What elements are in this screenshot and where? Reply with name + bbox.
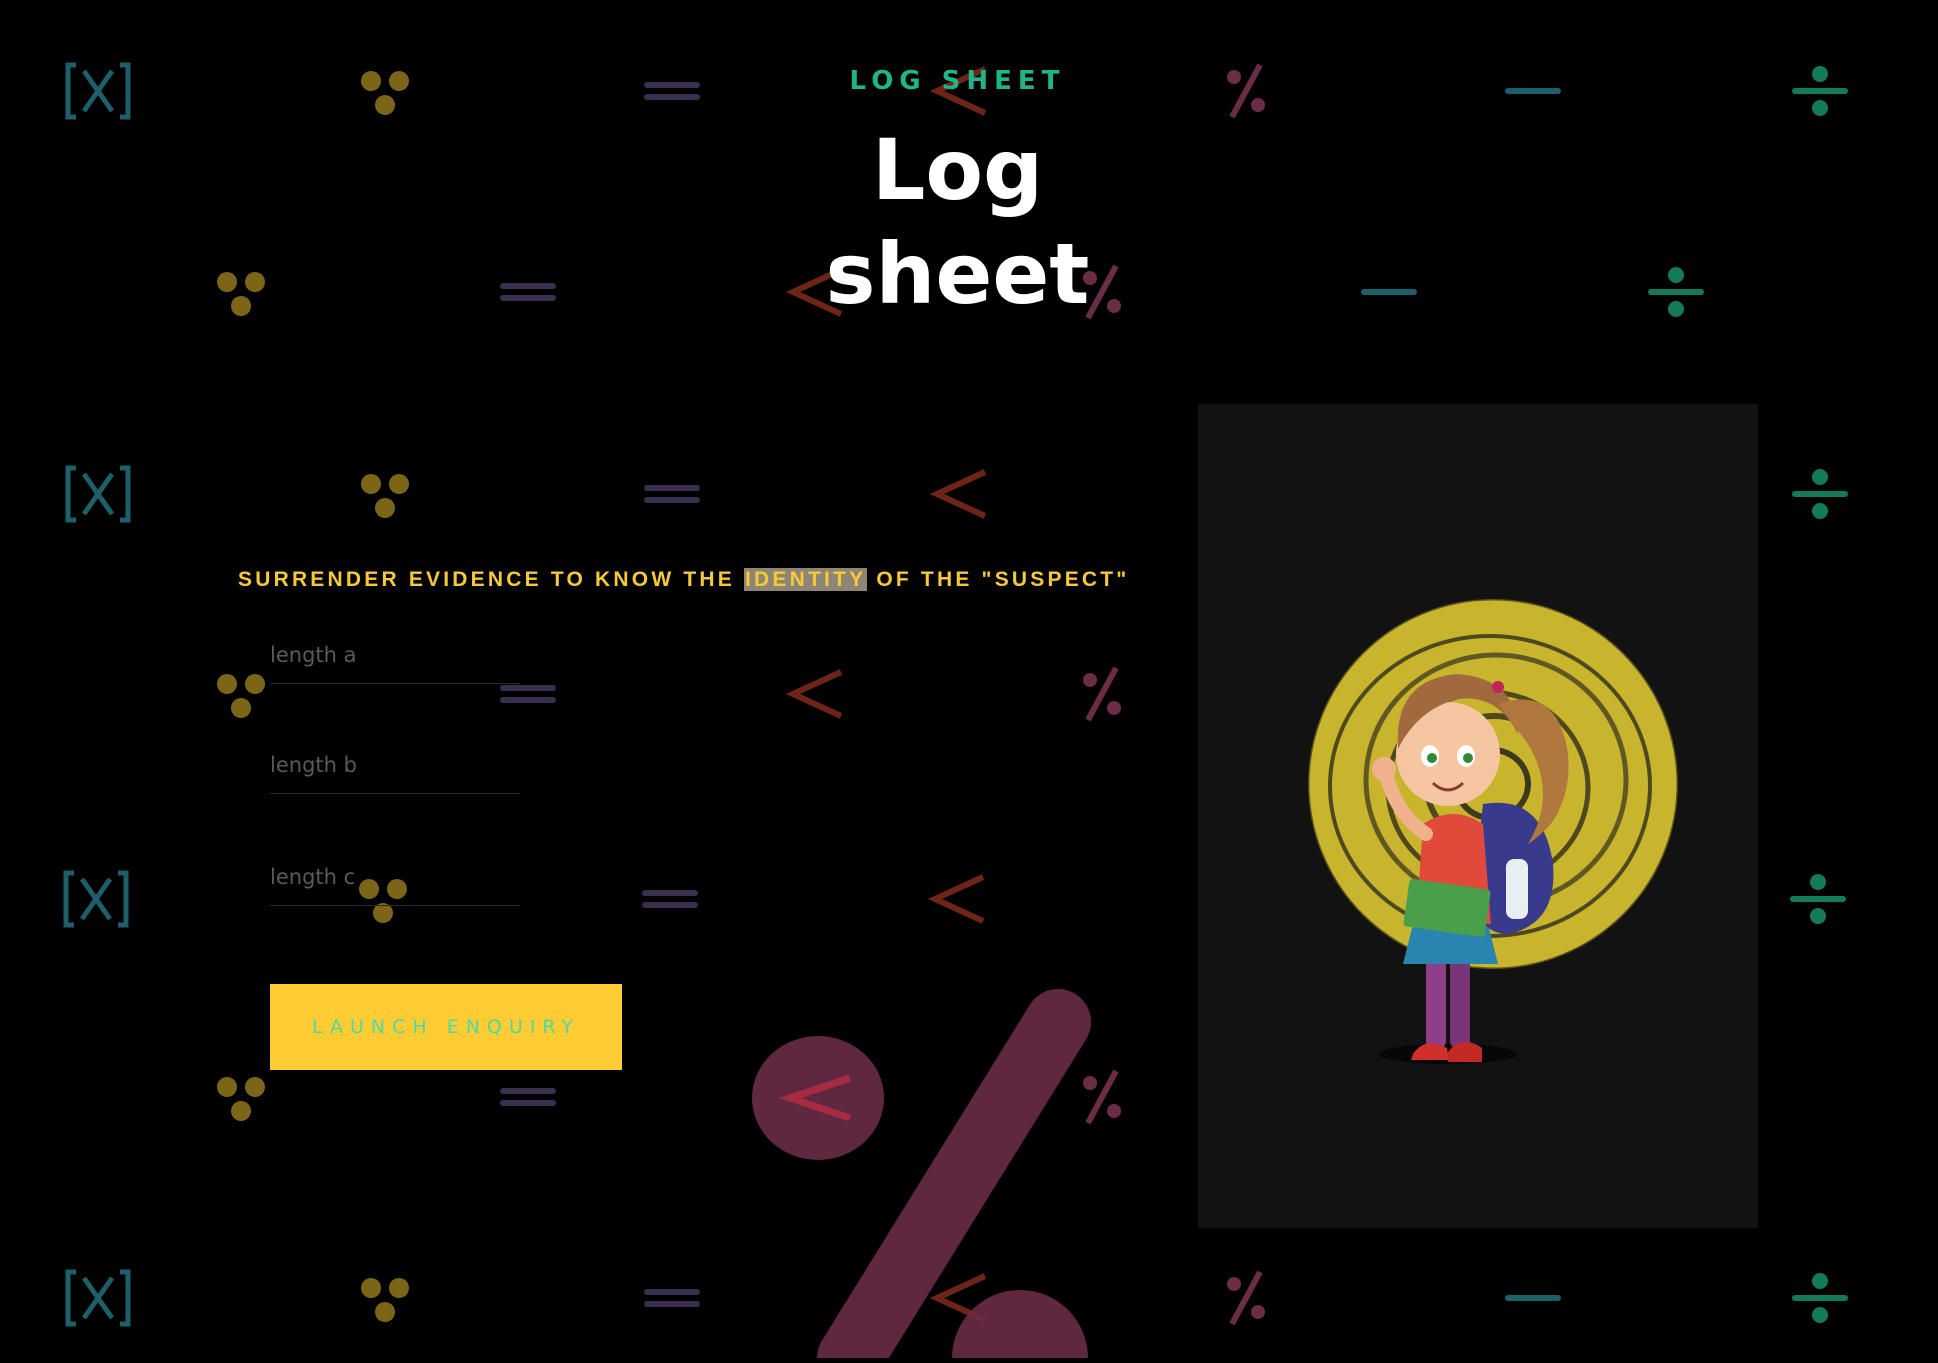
therefore-dots-icon	[361, 1278, 409, 1322]
launch-enquiry-button[interactable]: Launch Enquiry	[270, 984, 622, 1070]
divide-icon	[1792, 1273, 1848, 1323]
instruction-highlight: IDENTITY	[744, 568, 868, 591]
length-a-field-wrapper	[270, 626, 520, 688]
less-than-icon	[793, 672, 841, 716]
bracket-x-icon	[68, 1272, 128, 1324]
instruction-text: SURRENDER EVIDENCE TO KNOW THE IDENTITY …	[238, 568, 1129, 592]
therefore-dots-icon	[217, 1077, 265, 1121]
page-title-line-1: Log	[871, 121, 1044, 219]
page-title: Log sheet	[0, 118, 1915, 326]
length-c-field-wrapper	[270, 848, 520, 910]
instruction-before: SURRENDER EVIDENCE TO KNOW THE	[238, 568, 745, 591]
large-percent-icon	[752, 989, 1091, 1363]
section-eyebrow: LOG SHEET	[849, 66, 1066, 96]
therefore-dots-icon	[361, 474, 409, 518]
divide-icon	[1790, 874, 1846, 924]
percent-icon	[1083, 668, 1121, 720]
instruction-after: OF THE "SUSPECT"	[867, 568, 1130, 591]
equals-icon	[500, 1088, 556, 1106]
less-than-icon	[937, 472, 985, 516]
cartoon-girl-illustration	[1306, 597, 1680, 1064]
bracket-x-icon	[66, 873, 126, 925]
equals-icon	[644, 485, 700, 503]
equals-icon	[642, 890, 698, 908]
illustration-panel	[1198, 404, 1758, 1228]
length-a-input[interactable]	[270, 626, 520, 684]
length-b-input[interactable]	[270, 736, 520, 794]
percent-icon	[1227, 1272, 1265, 1324]
bracket-x-icon	[68, 468, 128, 520]
divide-icon	[1792, 469, 1848, 519]
page-title-line-2: sheet	[825, 225, 1090, 323]
length-c-input[interactable]	[270, 848, 520, 906]
percent-icon	[1083, 1071, 1121, 1123]
equals-icon	[644, 1289, 700, 1307]
minus-icon	[1505, 1295, 1561, 1301]
less-than-icon	[935, 877, 983, 921]
length-b-field-wrapper	[270, 736, 520, 798]
therefore-dots-icon	[217, 674, 265, 718]
